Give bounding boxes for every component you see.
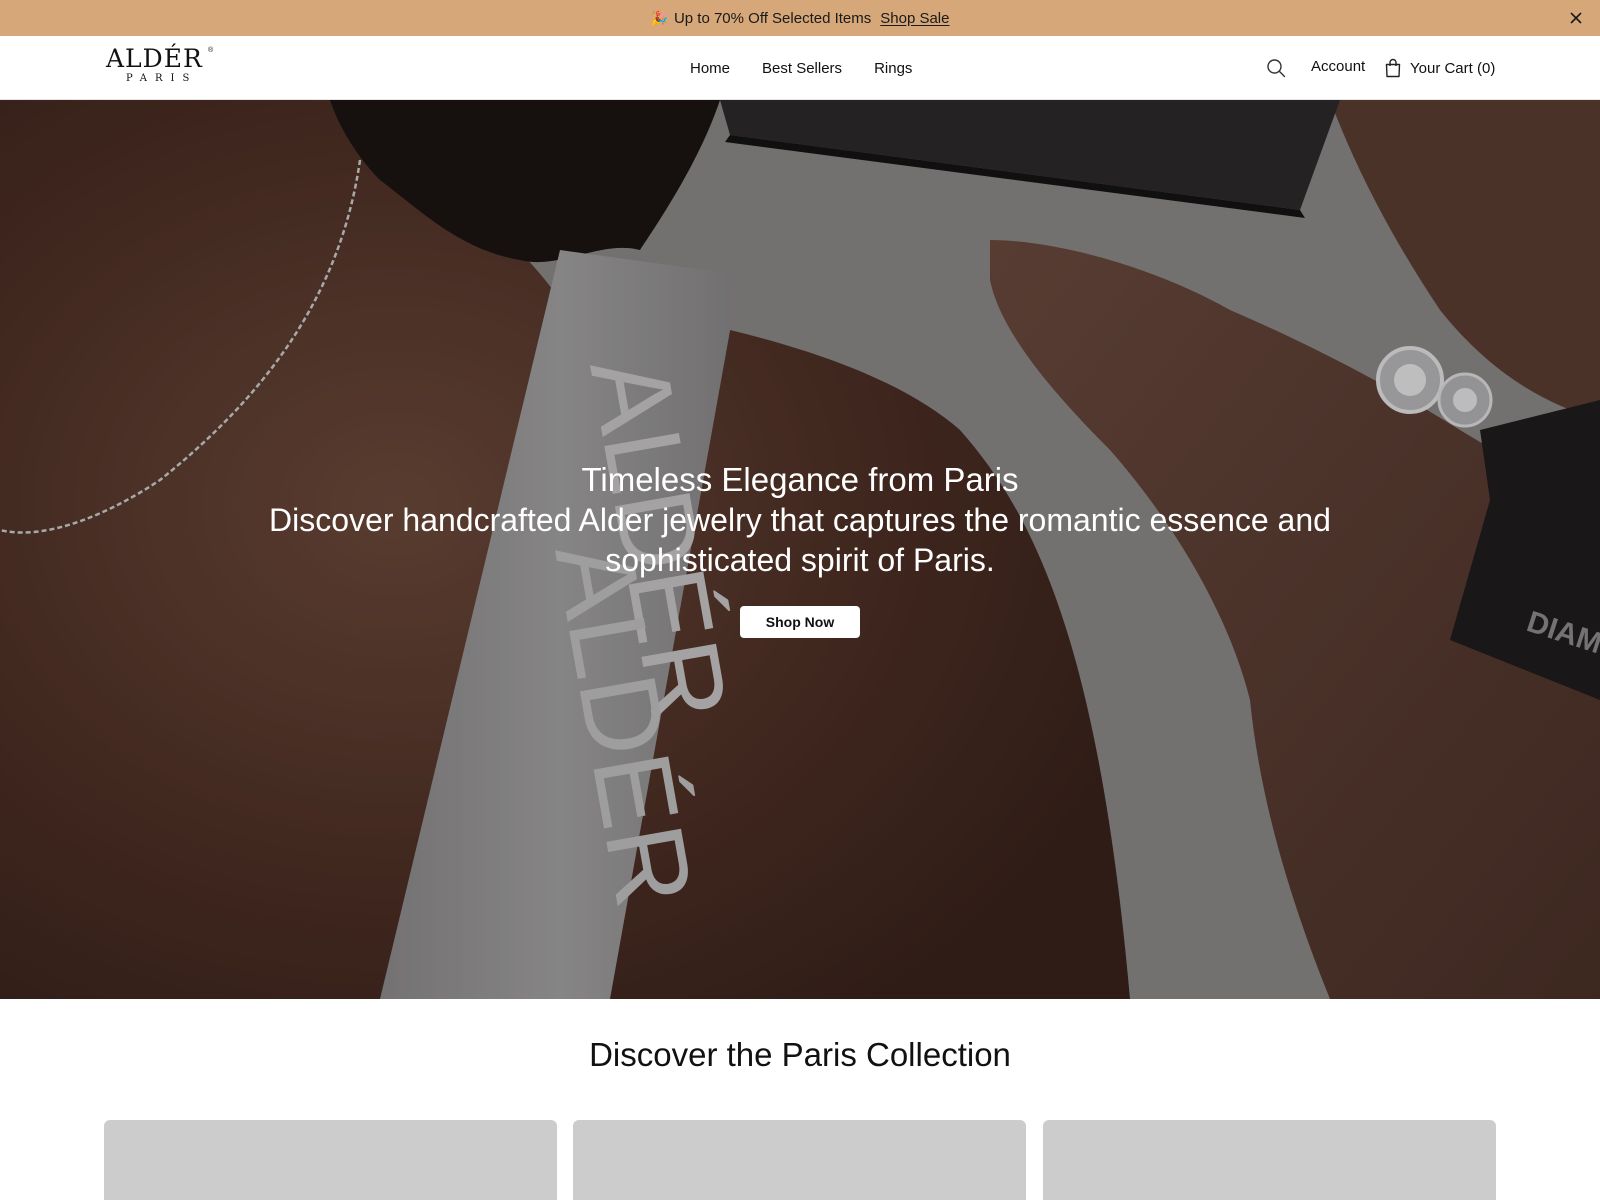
nav-best-sellers[interactable]: Best Sellers: [762, 60, 842, 77]
close-icon[interactable]: [1566, 8, 1586, 28]
shop-now-button[interactable]: Shop Now: [740, 606, 860, 638]
account-link[interactable]: Account: [1311, 58, 1365, 75]
hero-text: Timeless Elegance from Paris Discover ha…: [200, 460, 1400, 580]
hero-banner: DIAMO ALDÉR ALDÉR Timeless Elegance from…: [0, 100, 1600, 999]
announcement-text: Up to 70% Off Selected Items: [673, 9, 872, 27]
party-emoji-icon: 🎉: [650, 9, 668, 26]
main-nav: Home Best Sellers Rings: [690, 36, 912, 100]
hero-subtitle: Discover handcrafted Alder jewelry that …: [269, 502, 1331, 578]
cart-button[interactable]: Your Cart (0): [1384, 56, 1495, 80]
cart-label: Your Cart (0): [1410, 59, 1496, 77]
collection-card[interactable]: [573, 1120, 1026, 1200]
hero-title: Timeless Elegance from Paris: [581, 461, 1019, 498]
logo-subtitle: PARIS: [126, 73, 198, 84]
collection-card[interactable]: [104, 1120, 557, 1200]
search-icon[interactable]: [1265, 57, 1287, 79]
collection-card[interactable]: [1043, 1120, 1496, 1200]
announcement-bar: 🎉 Up to 70% Off Selected Items Shop Sale: [0, 0, 1600, 36]
site-header: ALDÉR ® PARIS Home Best Sellers Rings Ac…: [0, 36, 1600, 100]
nav-rings[interactable]: Rings: [874, 60, 912, 77]
collection-title: Discover the Paris Collection: [589, 1036, 1011, 1073]
logo-wordmark: ALDÉR: [106, 44, 203, 73]
shop-sale-link[interactable]: Shop Sale: [880, 10, 949, 27]
registered-mark: ®: [208, 47, 214, 54]
logo[interactable]: ALDÉR ® PARIS: [106, 46, 218, 92]
nav-home[interactable]: Home: [690, 60, 730, 77]
shopping-bag-icon: [1385, 58, 1401, 78]
